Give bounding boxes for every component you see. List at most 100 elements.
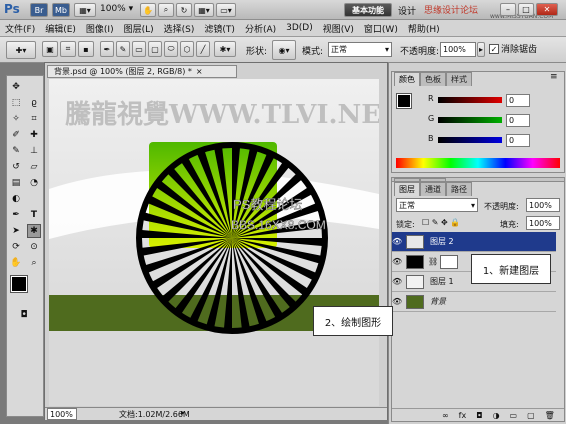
workspace-essentials-button[interactable]: 基本功能 (344, 3, 392, 17)
line-button[interactable]: ╱ (196, 41, 210, 57)
visibility-eye-icon[interactable]: 👁 (392, 297, 402, 306)
layer-style-icon[interactable]: fx (459, 411, 467, 420)
tool-preset-picker[interactable]: ✚▾ (6, 41, 36, 59)
minibridge-button[interactable]: Mb (52, 3, 70, 17)
menu-3d[interactable]: 3D(D) (281, 23, 318, 33)
visibility-eye-icon[interactable]: 👁 (392, 277, 402, 286)
workspace-design-tab[interactable]: 设计 (398, 4, 416, 17)
zoom-tool[interactable]: ⌕ (27, 256, 41, 270)
3d-rotate-tool[interactable]: ⟳ (9, 240, 23, 254)
menu-analysis[interactable]: 分析(A) (240, 22, 281, 35)
blur-tool[interactable]: ◔ (27, 176, 41, 190)
antialias-checkbox[interactable]: ✓ 消除锯齿 (489, 42, 537, 55)
mode-select[interactable]: 正常 ▾ (328, 42, 392, 57)
link-layers-icon[interactable]: ∞ (442, 411, 449, 420)
rounded-rectangle-button[interactable]: ▢ (148, 41, 162, 57)
marquee-tool[interactable]: ⬚ (9, 96, 23, 110)
status-zoom-field[interactable]: 100% (47, 408, 77, 420)
gradient-tool[interactable]: ▤ (9, 176, 23, 190)
close-button[interactable]: ✕ (536, 3, 558, 16)
status-arrow-icon[interactable]: ▸ (181, 408, 185, 417)
new-group-icon[interactable]: ▭ (510, 411, 518, 420)
ellipse-button[interactable]: ⬭ (164, 41, 178, 57)
menu-select[interactable]: 选择(S) (159, 22, 200, 35)
dodge-tool[interactable]: ◐ (9, 192, 23, 206)
polygon-button[interactable]: ⬡ (180, 41, 194, 57)
tab-color[interactable]: 颜色 (394, 72, 420, 86)
move-tool[interactable]: ✥ (9, 80, 23, 94)
channel-value-input[interactable]: 0 (506, 94, 530, 107)
shape-picker[interactable]: ◉▾ (272, 40, 296, 60)
zoom-readout[interactable]: 100% ▾ (100, 4, 133, 14)
lasso-tool[interactable]: ϱ (27, 96, 41, 110)
menu-file[interactable]: 文件(F) (0, 22, 40, 35)
channel-slider[interactable] (438, 97, 502, 103)
custom-shape-tool[interactable]: ✱ (27, 224, 41, 238)
history-brush-tool[interactable]: ↺ (9, 160, 23, 174)
document-tab[interactable]: 背景.psd @ 100% (图层 2, RGB/8) * × (47, 65, 237, 78)
menu-layer[interactable]: 图层(L) (119, 22, 159, 35)
channel-value-input[interactable]: 0 (506, 114, 530, 127)
lock-icons[interactable]: ☐ ✎ ✥ 🔒 (422, 218, 460, 227)
blend-mode-select[interactable]: 正常 ▾ (396, 198, 478, 212)
tab-styles[interactable]: 样式 (446, 72, 472, 86)
menu-window[interactable]: 窗口(W) (359, 22, 403, 35)
bridge-button[interactable]: Br (30, 3, 48, 17)
pen-tool[interactable]: ✒ (9, 208, 23, 222)
color-ramp[interactable] (396, 158, 560, 168)
custom-shape-button[interactable]: ✱▾ (214, 41, 236, 57)
pen-tool-button[interactable]: ✒ (100, 41, 114, 57)
menu-view[interactable]: 视图(V) (318, 22, 359, 35)
color-fg-swatch[interactable] (396, 93, 412, 109)
maximize-button[interactable]: □ (518, 3, 534, 16)
type-tool[interactable]: T (27, 208, 41, 222)
layer-row-background[interactable]: 👁 背景 (392, 292, 556, 312)
rectangle-button[interactable]: ▭ (132, 41, 146, 57)
view-extras-button[interactable]: ▦▾ (74, 3, 96, 17)
fill-input[interactable]: 100% (526, 216, 560, 230)
panel-menu-icon[interactable]: ≡ (550, 72, 558, 82)
rotate-view-button[interactable]: ↻ (176, 3, 192, 17)
tab-channels[interactable]: 通道 (420, 182, 446, 196)
canvas[interactable]: 騰龍視覺WWW.TLVI.NET PS教程论坛 BBS.16XX8.COM (49, 79, 379, 406)
tab-layers[interactable]: 图层 (394, 182, 420, 196)
visibility-eye-icon[interactable]: 👁 (392, 257, 402, 266)
channel-slider[interactable] (438, 137, 502, 143)
menu-edit[interactable]: 编辑(E) (40, 22, 81, 35)
fill-pixels-button[interactable]: ▪ (78, 41, 94, 57)
minimize-button[interactable]: – (500, 3, 516, 16)
path-select-tool[interactable]: ➤ (9, 224, 23, 238)
channel-value-input[interactable]: 0 (506, 134, 530, 147)
paths-button[interactable]: ⌗ (60, 41, 76, 57)
3d-orbit-tool[interactable]: ⊙ (27, 240, 41, 254)
hand-tool-button[interactable]: ✋ (140, 3, 156, 17)
menu-filter[interactable]: 滤镜(T) (199, 22, 240, 35)
eyedropper-tool[interactable]: ✐ (9, 128, 23, 142)
layer-opacity-input[interactable]: 100% (526, 198, 560, 212)
checkbox-box[interactable]: ✓ (489, 43, 499, 54)
tab-close-icon[interactable]: × (196, 67, 203, 76)
delete-layer-icon[interactable]: 🗑 (545, 411, 555, 420)
healing-tool[interactable]: ✚ (27, 128, 41, 142)
brush-tool[interactable]: ✎ (9, 144, 23, 158)
visibility-eye-icon[interactable]: 👁 (392, 237, 402, 246)
freeform-pen-button[interactable]: ✎ (116, 41, 130, 57)
tab-paths[interactable]: 路径 (446, 182, 472, 196)
crop-tool[interactable]: ⌗ (27, 112, 41, 126)
foreground-color-swatch[interactable] (10, 275, 28, 293)
eraser-tool[interactable]: ▱ (27, 160, 41, 174)
shape-layers-button[interactable]: ▣ (42, 41, 58, 57)
hand-tool[interactable]: ✋ (9, 256, 23, 270)
stamp-tool[interactable]: ⊥ (27, 144, 41, 158)
arrange-docs-button[interactable]: ▦▾ (194, 3, 214, 17)
add-mask-icon[interactable]: ◘ (476, 411, 482, 420)
zoom-tool-button[interactable]: ⌕ (158, 3, 174, 17)
new-layer-icon[interactable]: ▢ (527, 411, 535, 420)
opacity-slider-toggle[interactable]: ▸ (477, 42, 485, 57)
menu-image[interactable]: 图像(I) (81, 22, 119, 35)
channel-slider[interactable] (438, 117, 502, 123)
tab-swatches[interactable]: 色板 (420, 72, 446, 86)
menu-help[interactable]: 帮助(H) (403, 22, 445, 35)
adjustment-layer-icon[interactable]: ◑ (493, 411, 500, 420)
layer-row-layer2[interactable]: 👁 图层 2 (392, 232, 556, 252)
